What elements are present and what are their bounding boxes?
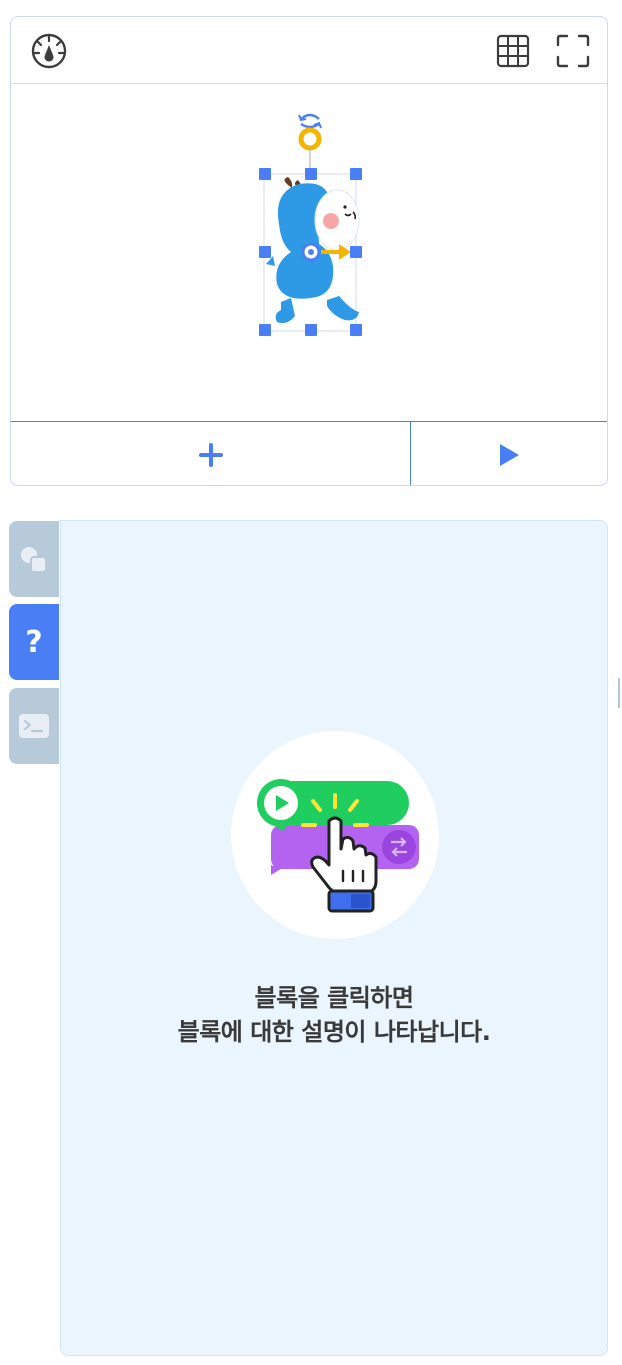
play-icon: [500, 443, 519, 466]
add-object-button[interactable]: [11, 422, 411, 485]
run-button[interactable]: [411, 422, 607, 485]
stage-canvas[interactable]: [11, 84, 607, 421]
rotate-handle: [298, 127, 322, 151]
stage-bottom-bar: [11, 421, 607, 485]
sprite-entrybot[interactable]: [11, 84, 608, 421]
question-icon: ?: [25, 624, 43, 660]
grid-icon[interactable]: [495, 33, 531, 69]
help-message-line1: 블록을 클릭하면: [254, 984, 414, 1012]
tab-console[interactable]: [9, 688, 59, 764]
stage-toolbar: [11, 17, 607, 84]
block-click-illustration: [231, 731, 439, 939]
console-icon: [19, 714, 49, 738]
plus-icon: [198, 442, 223, 467]
panel-resize-handle[interactable]: [618, 678, 620, 708]
tab-help[interactable]: ?: [9, 604, 59, 680]
help-panel: 블록을 클릭하면 블록에 대한 설명이 나타납니다.: [60, 520, 608, 1356]
objects-icon: [21, 547, 47, 573]
help-message-line2: 블록에 대한 설명이 나타납니다.: [177, 1018, 491, 1046]
tab-objects[interactable]: [9, 521, 59, 597]
speedometer-icon[interactable]: [31, 33, 67, 69]
rotate-arrow-icon: [298, 113, 322, 129]
fullscreen-icon[interactable]: [555, 33, 591, 69]
help-message: 블록을 클릭하면 블록에 대한 설명이 나타납니다.: [61, 981, 607, 1049]
stage-panel: [10, 16, 608, 486]
